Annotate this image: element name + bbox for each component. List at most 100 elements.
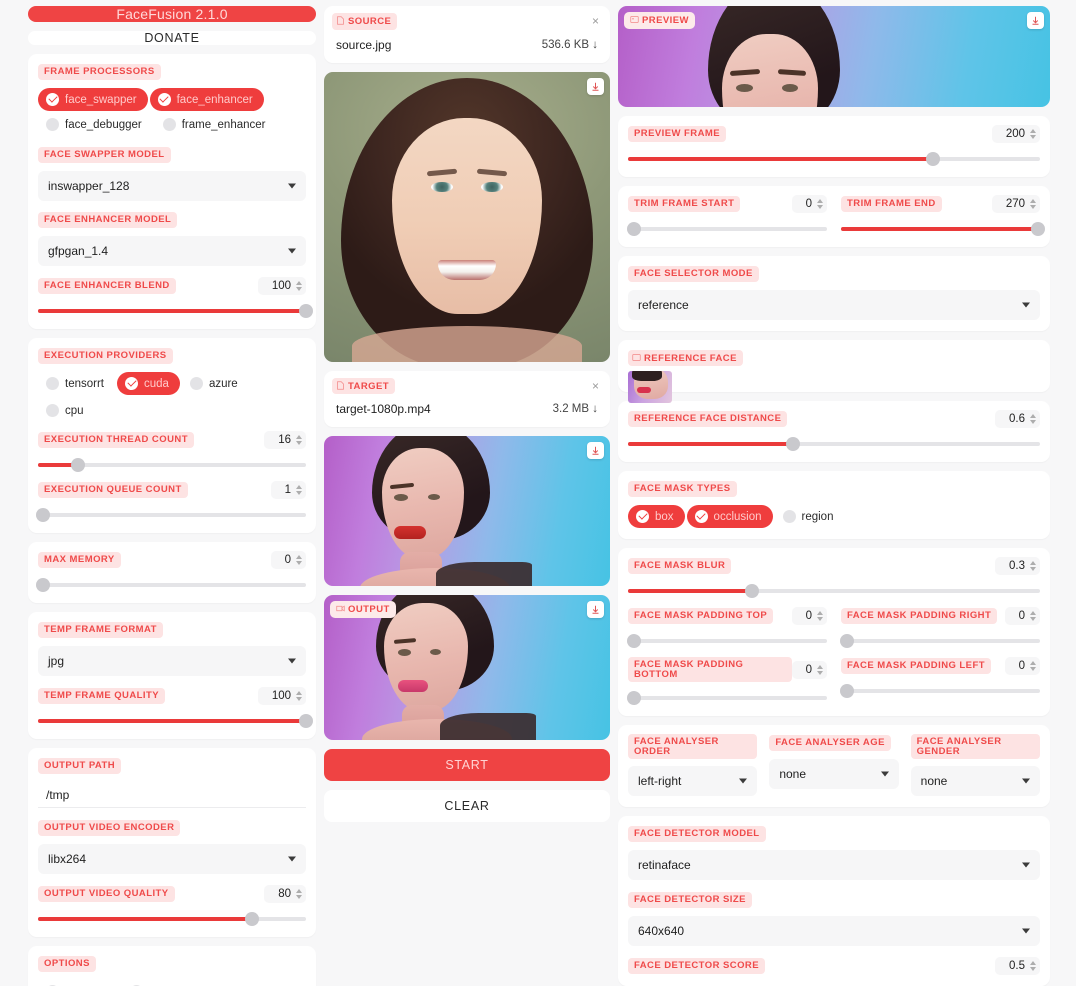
checkbox-frame-enhancer[interactable]: frame_enhancer xyxy=(155,113,277,136)
preview-image[interactable]: PREVIEW xyxy=(618,6,1050,107)
preview-download-button[interactable] xyxy=(1027,12,1044,29)
slider-thumb[interactable] xyxy=(299,714,313,728)
slider-thumb[interactable] xyxy=(36,508,51,522)
clear-button[interactable]: CLEAR xyxy=(324,790,610,822)
stepper-icon[interactable] xyxy=(1030,414,1036,424)
checkbox-keep-fps[interactable]: keep-fps xyxy=(38,980,120,986)
slider-thumb[interactable] xyxy=(839,684,854,698)
start-button[interactable]: START xyxy=(324,749,610,781)
checkbox-face-enhancer[interactable]: face_enhancer xyxy=(149,88,264,111)
execution-thread-count-slider[interactable] xyxy=(38,458,306,472)
stepper-icon[interactable] xyxy=(1030,611,1036,621)
temp-frame-format-select[interactable]: jpg xyxy=(38,646,306,676)
slider-thumb[interactable] xyxy=(744,584,759,598)
trim-frame-end-number[interactable]: 270 xyxy=(991,195,1040,213)
face-mask-padding-top-slider[interactable] xyxy=(626,634,827,648)
source-close-button[interactable]: × xyxy=(589,15,602,27)
face-mask-padding-left-number[interactable]: 0 xyxy=(1004,657,1040,675)
temp-frame-quality-number[interactable]: 100 xyxy=(257,687,306,705)
face-mask-padding-bottom-number[interactable]: 0 xyxy=(791,660,827,679)
slider-thumb[interactable] xyxy=(299,304,313,318)
stepper-icon[interactable] xyxy=(296,889,302,899)
output-video-encoder-select[interactable]: libx264 xyxy=(38,844,306,874)
face-detector-model-select[interactable]: retinaface xyxy=(628,850,1040,880)
stepper-icon[interactable] xyxy=(296,555,302,565)
slider-thumb[interactable] xyxy=(245,912,260,926)
execution-queue-count-slider[interactable] xyxy=(36,508,306,522)
checkbox-face-swapper[interactable]: face_swapper xyxy=(38,88,148,111)
face-enhancer-blend-number[interactable]: 100 xyxy=(257,277,306,295)
stepper-icon[interactable] xyxy=(296,281,302,291)
max-memory-number[interactable]: 0 xyxy=(270,551,306,569)
preview-frame-number[interactable]: 200 xyxy=(991,125,1040,143)
slider-thumb[interactable] xyxy=(626,222,641,236)
face-mask-blur-number[interactable]: 0.3 xyxy=(995,557,1040,575)
target-close-button[interactable]: × xyxy=(589,380,602,392)
target-video[interactable] xyxy=(324,436,610,586)
output-video[interactable]: OUTPUT xyxy=(324,595,610,740)
execution-queue-count-number[interactable]: 1 xyxy=(270,481,306,499)
slider-thumb[interactable] xyxy=(36,578,51,592)
stepper-icon[interactable] xyxy=(1030,561,1036,571)
face-analyser-order-select[interactable]: left-right xyxy=(628,766,758,796)
checkbox-keep-temp[interactable]: keep-temp xyxy=(122,980,214,986)
stepper-icon[interactable] xyxy=(296,435,302,445)
stepper-icon[interactable] xyxy=(1030,199,1036,209)
face-mask-padding-right-number[interactable]: 0 xyxy=(1004,607,1040,625)
source-image[interactable] xyxy=(324,71,610,362)
checkbox-tensorrt[interactable]: tensorrt xyxy=(38,372,115,395)
output-download-button[interactable] xyxy=(587,601,604,618)
output-path-input[interactable]: /tmp xyxy=(38,782,306,808)
output-video-quality-slider[interactable] xyxy=(38,912,306,926)
reference-face-thumbnail[interactable] xyxy=(628,371,672,403)
face-mask-blur-slider[interactable] xyxy=(628,584,1040,598)
output-video-quality-number[interactable]: 80 xyxy=(264,885,306,903)
face-analyser-gender-select[interactable]: none xyxy=(910,766,1040,796)
face-swapper-model-select[interactable]: inswapper_128 xyxy=(38,171,306,201)
stepper-icon[interactable] xyxy=(817,611,823,621)
face-selector-mode-select[interactable]: reference xyxy=(628,290,1040,320)
checkbox-cuda[interactable]: cuda xyxy=(117,372,180,395)
stepper-icon[interactable] xyxy=(817,199,823,209)
face-mask-padding-bottom-slider[interactable] xyxy=(626,691,827,705)
checkbox-occlusion[interactable]: occlusion xyxy=(686,505,773,528)
stepper-icon[interactable] xyxy=(1030,661,1036,671)
face-mask-padding-top-number[interactable]: 0 xyxy=(791,607,827,625)
checkbox-face-debugger[interactable]: face_debugger xyxy=(38,113,153,136)
face-analyser-age-select[interactable]: none xyxy=(769,759,899,789)
slider-thumb[interactable] xyxy=(71,458,86,472)
face-mask-padding-left-slider[interactable] xyxy=(839,684,1040,698)
face-enhancer-model-select[interactable]: gfpgan_1.4 xyxy=(38,236,306,266)
trim-frame-start-slider[interactable] xyxy=(626,222,827,236)
checkbox-azure[interactable]: azure xyxy=(182,372,249,395)
face-detector-size-select[interactable]: 640x640 xyxy=(628,916,1040,946)
target-download-button[interactable] xyxy=(587,442,604,459)
checkbox-cpu[interactable]: cpu xyxy=(38,399,95,422)
stepper-icon[interactable] xyxy=(1030,961,1036,971)
slider-thumb[interactable] xyxy=(925,152,940,166)
reference-face-distance-number[interactable]: 0.6 xyxy=(995,410,1040,428)
reference-face-distance-slider[interactable] xyxy=(628,437,1040,451)
stepper-icon[interactable] xyxy=(296,485,302,495)
checkbox-region[interactable]: region xyxy=(775,505,845,528)
max-memory-slider[interactable] xyxy=(36,578,306,592)
trim-frame-end-slider[interactable] xyxy=(841,222,1045,236)
trim-frame-start-number[interactable]: 0 xyxy=(791,195,827,213)
face-detector-score-number[interactable]: 0.5 xyxy=(995,957,1040,975)
checkbox-box[interactable]: box xyxy=(628,505,685,528)
stepper-icon[interactable] xyxy=(296,691,302,701)
slider-thumb[interactable] xyxy=(1031,222,1045,236)
source-download-button[interactable] xyxy=(587,77,604,95)
execution-thread-count-number[interactable]: 16 xyxy=(264,431,306,449)
donate-button[interactable]: DONATE xyxy=(28,31,316,45)
stepper-icon[interactable] xyxy=(817,664,823,675)
stepper-icon[interactable] xyxy=(1030,129,1036,139)
temp-frame-quality-slider[interactable] xyxy=(38,714,313,728)
slider-thumb[interactable] xyxy=(626,691,641,705)
slider-thumb[interactable] xyxy=(839,634,854,648)
slider-thumb[interactable] xyxy=(626,634,641,648)
slider-thumb[interactable] xyxy=(785,437,800,451)
face-mask-padding-right-slider[interactable] xyxy=(839,634,1040,648)
preview-frame-slider[interactable] xyxy=(628,152,1040,166)
face-enhancer-blend-slider[interactable] xyxy=(38,304,313,318)
